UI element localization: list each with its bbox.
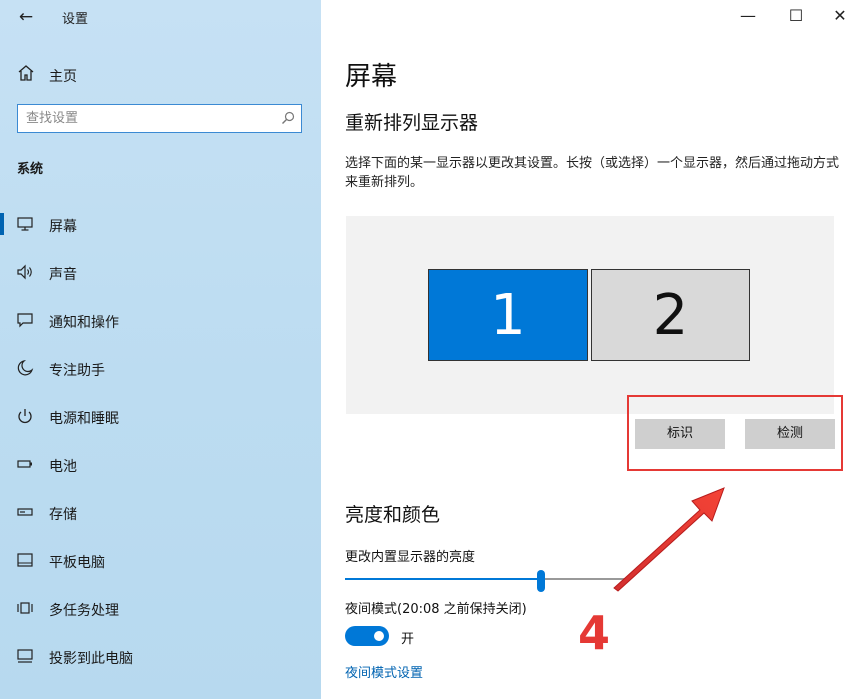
search-icon[interactable] xyxy=(281,111,295,125)
page-title: 屏幕 xyxy=(345,62,398,92)
project-icon xyxy=(17,649,33,663)
brightness-color-heading: 亮度和颜色 xyxy=(345,504,441,526)
settings-window: ← 设置 主页 系统 屏幕 xyxy=(0,0,864,699)
sidebar-item-battery[interactable]: 电池 xyxy=(0,440,321,488)
home-icon xyxy=(18,65,34,81)
tablet-icon xyxy=(17,553,33,567)
annotation-step-number: 4 xyxy=(578,606,611,660)
brightness-slider[interactable] xyxy=(345,570,625,592)
storage-icon xyxy=(17,508,33,516)
notification-icon xyxy=(17,313,33,328)
close-button[interactable]: ✕ xyxy=(820,4,860,28)
battery-icon xyxy=(17,460,32,468)
sidebar-item-label: 屏幕 xyxy=(49,219,77,235)
arrange-displays-heading: 重新排列显示器 xyxy=(345,112,479,134)
sidebar-item-multitasking[interactable]: 多任务处理 xyxy=(0,584,321,632)
night-light-toggle[interactable] xyxy=(345,626,389,646)
home-label: 主页 xyxy=(49,69,77,85)
toggle-knob xyxy=(374,631,384,641)
sidebar-item-label: 电池 xyxy=(49,459,77,475)
sidebar-item-label: 通知和操作 xyxy=(49,315,119,331)
sidebar-item-notifications[interactable]: 通知和操作 xyxy=(0,296,321,344)
sidebar-item-sound[interactable]: 声音 xyxy=(0,248,321,296)
sidebar-item-label: 专注助手 xyxy=(49,363,105,379)
annotation-arrow xyxy=(613,487,725,592)
power-icon xyxy=(18,409,32,424)
sidebar-item-focus-assist[interactable]: 专注助手 xyxy=(0,344,321,392)
search-box[interactable] xyxy=(17,104,302,133)
sidebar-item-storage[interactable]: 存储 xyxy=(0,488,321,536)
home-nav-item[interactable]: 主页 xyxy=(0,60,321,88)
sidebar-item-label: 投影到此电脑 xyxy=(49,651,133,667)
search-input[interactable] xyxy=(26,109,276,128)
night-light-label: 夜间模式(20:08 之前保持关闭) xyxy=(345,602,527,617)
section-label: 系统 xyxy=(17,162,44,177)
sidebar: ← 设置 主页 系统 屏幕 xyxy=(0,0,321,699)
multitask-icon xyxy=(17,602,33,614)
arrange-displays-description: 选择下面的某一显示器以更改其设置。长按（或选择）一个显示器，然后通过拖动方式来重… xyxy=(345,156,840,190)
brightness-label: 更改内置显示器的亮度 xyxy=(345,550,476,565)
monitor-icon xyxy=(17,217,33,231)
sidebar-item-power[interactable]: 电源和睡眠 xyxy=(0,392,321,440)
back-button[interactable]: ← xyxy=(14,6,38,28)
sidebar-item-label: 电源和睡眠 xyxy=(49,411,119,427)
sidebar-item-label: 声音 xyxy=(49,267,77,283)
minimize-button[interactable]: — xyxy=(728,4,768,28)
sidebar-item-projecting[interactable]: 投影到此电脑 xyxy=(0,632,321,680)
slider-thumb[interactable] xyxy=(537,570,545,592)
app-title: 设置 xyxy=(62,12,89,27)
night-light-settings-link[interactable]: 夜间模式设置 xyxy=(345,662,423,681)
moon-icon xyxy=(17,359,34,376)
sidebar-item-display[interactable]: 屏幕 xyxy=(0,200,321,248)
maximize-button[interactable]: ☐ xyxy=(776,4,816,28)
sidebar-item-label: 多任务处理 xyxy=(49,603,119,619)
annotation-highlight-box xyxy=(627,395,843,471)
speaker-icon xyxy=(17,264,32,280)
night-light-state: 开 xyxy=(401,632,415,647)
sidebar-item-label: 存储 xyxy=(49,507,77,523)
slider-fill xyxy=(345,578,541,580)
display-2[interactable]: 2 xyxy=(591,269,750,361)
sidebar-item-label: 平板电脑 xyxy=(49,555,105,571)
system-nav: 屏幕 声音 通知和操作 专注助手 电源和睡眠 电池 存储 平板电脑 多任务处理 … xyxy=(0,200,321,680)
display-arrangement-area: 1 2 xyxy=(346,216,834,414)
sidebar-item-tablet[interactable]: 平板电脑 xyxy=(0,536,321,584)
display-1[interactable]: 1 xyxy=(428,269,588,361)
